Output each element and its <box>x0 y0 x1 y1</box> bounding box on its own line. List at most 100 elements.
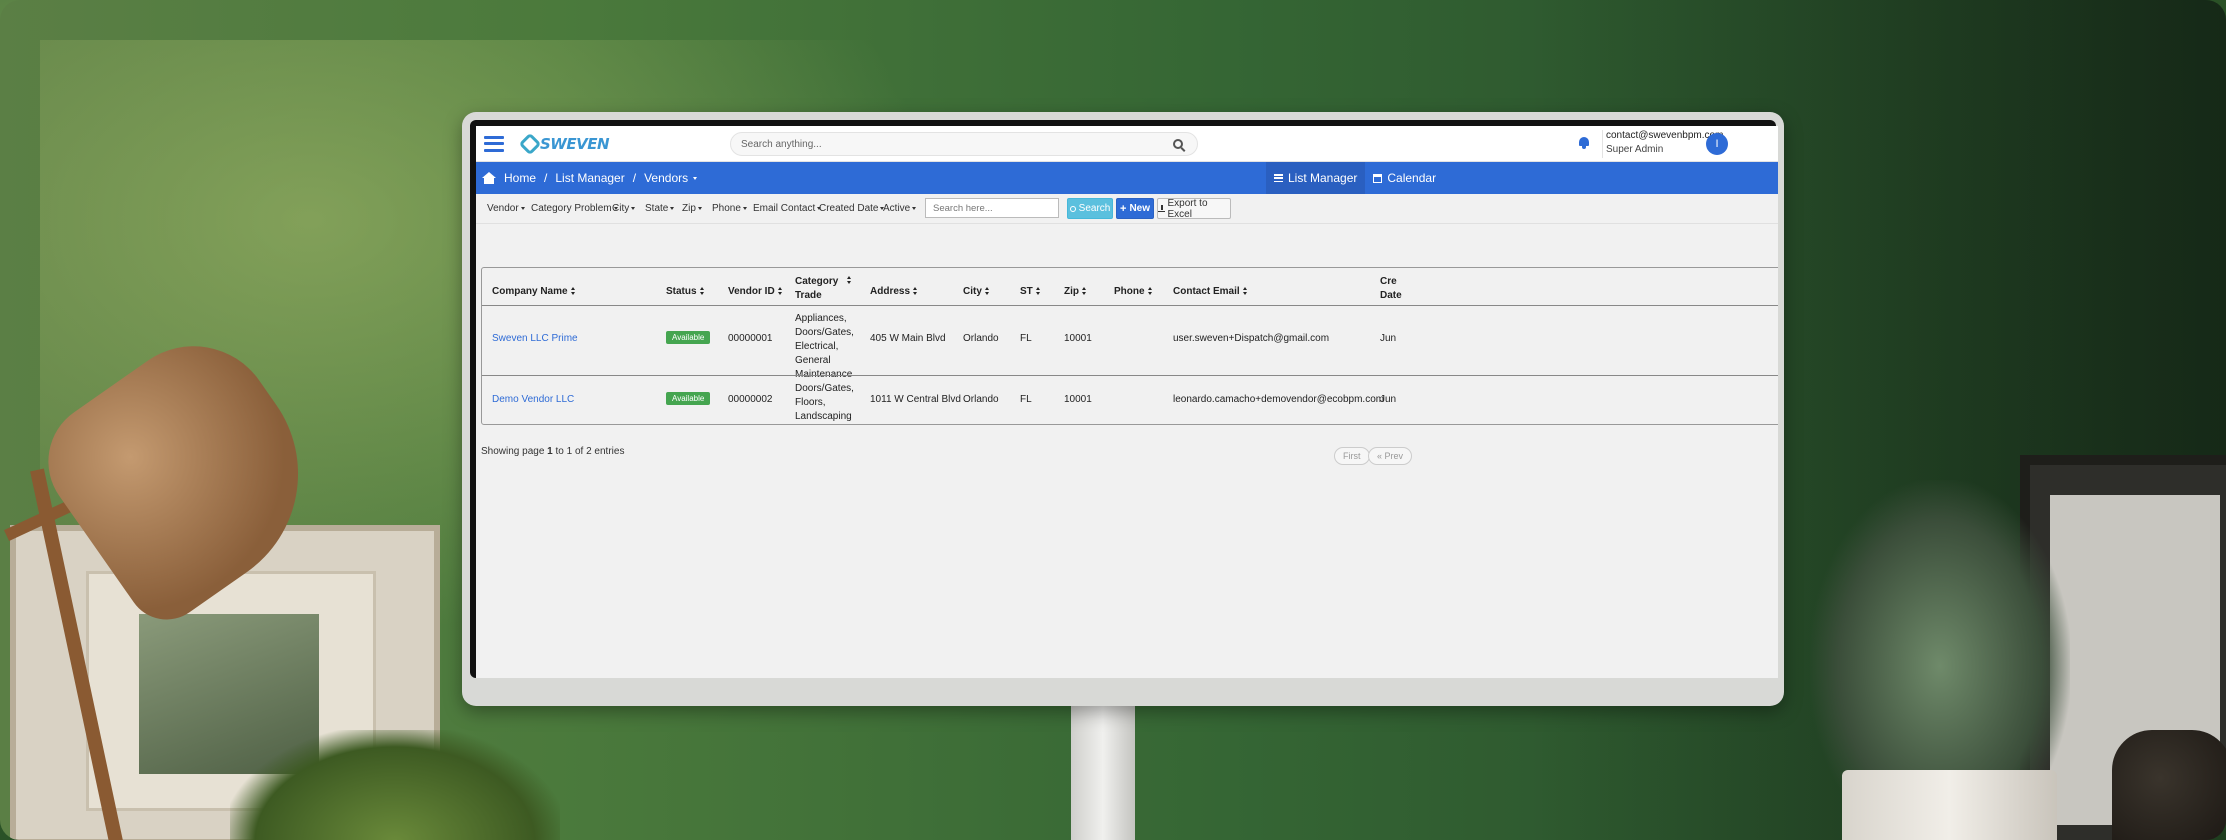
chevron-down-icon <box>912 206 917 210</box>
company-name-link[interactable]: Demo Vendor LLC <box>492 393 574 407</box>
filter-zip[interactable]: Zip <box>682 203 702 214</box>
list-icon <box>1274 174 1283 182</box>
breadcrumb-vendors[interactable]: Vendors <box>644 171 698 185</box>
column-header-company[interactable]: Company Name <box>492 285 576 299</box>
state: FL <box>1020 394 1032 405</box>
column-header-address[interactable]: Address <box>870 285 918 299</box>
header-divider <box>482 305 1778 306</box>
download-icon <box>1158 205 1165 212</box>
sort-icon <box>1082 287 1087 296</box>
breadcrumb-list-manager[interactable]: List Manager <box>555 171 624 185</box>
breadcrumb-home[interactable]: Home <box>504 171 536 185</box>
created-date: Jun <box>1380 333 1397 344</box>
category-trade: Appliances, Doors/Gates, Electrical, Gen… <box>795 313 854 380</box>
breadcrumb-separator: / <box>544 171 548 185</box>
column-header-created-date[interactable]: Cre Date <box>1380 275 1402 303</box>
city: Orlando <box>963 394 999 405</box>
breadcrumb: Home / List Manager / Vendors List Manag… <box>476 162 1778 194</box>
search-icon[interactable] <box>1173 139 1183 149</box>
chevron-down-icon <box>520 206 525 210</box>
pagination-info: Showing page 1 to 1 of 2 entries <box>481 446 625 457</box>
logo-mark-icon <box>518 132 542 155</box>
sort-icon <box>1147 287 1153 296</box>
column-header-city[interactable]: City <box>963 285 990 299</box>
pagination-prev-button[interactable]: « Prev <box>1368 447 1413 465</box>
sort-icon <box>913 287 918 296</box>
filter-vendor[interactable]: Vendor <box>487 203 525 214</box>
monitor-stand <box>1071 705 1135 840</box>
monitor-bezel: SWEVEN contact@swevenbpm.com Super Admin <box>470 120 1778 678</box>
filter-bar: Vendor Category Problem City State Zip P… <box>476 194 1778 224</box>
filter-active[interactable]: Active <box>883 203 917 214</box>
column-header-phone[interactable]: Phone <box>1114 285 1153 299</box>
chevron-down-icon <box>742 206 747 210</box>
new-button[interactable]: + New <box>1116 198 1154 219</box>
notification-bell-icon[interactable] <box>1578 136 1590 149</box>
global-search-input[interactable] <box>741 138 1173 150</box>
contact-email: user.sweven+Dispatch@gmail.com <box>1173 333 1330 344</box>
zip: 10001 <box>1064 333 1092 344</box>
sort-icon <box>1035 287 1041 296</box>
chevron-down-icon <box>697 206 702 210</box>
new-button-label: New <box>1129 203 1150 214</box>
column-header-status[interactable]: Status <box>666 285 705 299</box>
pagination-first-button[interactable]: First <box>1334 447 1370 465</box>
tab-list-manager-label: List Manager <box>1288 171 1358 185</box>
filter-city[interactable]: City <box>612 203 636 214</box>
zip: 10001 <box>1064 394 1092 405</box>
category-trade: Doors/Gates, Floors, Landscaping <box>795 383 854 422</box>
filter-state[interactable]: State <box>645 203 675 214</box>
company-name-link[interactable]: Sweven LLC Prime <box>492 332 578 346</box>
chevron-down-icon <box>631 206 636 210</box>
global-search <box>730 132 1198 156</box>
tab-calendar-label: Calendar <box>1387 171 1437 185</box>
vendors-table: Company Name Status Vendor ID Category T… <box>481 267 1778 425</box>
breadcrumb-separator: / <box>632 171 637 185</box>
state: FL <box>1020 333 1032 344</box>
address: 1011 W Central Blvd <box>870 394 961 405</box>
column-header-st[interactable]: ST <box>1020 285 1041 299</box>
sort-icon <box>699 287 705 296</box>
column-header-vendor-id[interactable]: Vendor ID <box>728 285 783 299</box>
plant-pot <box>1842 770 2057 840</box>
export-to-excel-button[interactable]: Export to Excel <box>1157 198 1231 220</box>
search-button[interactable]: Search <box>1067 198 1113 219</box>
contact-email: leonardo.camacho+demovendor@ecobpm.com <box>1173 394 1385 405</box>
filter-phone[interactable]: Phone <box>712 203 747 214</box>
home-icon[interactable] <box>482 172 496 184</box>
background-scene: SWEVEN contact@swevenbpm.com Super Admin <box>0 0 2226 840</box>
address: 405 W Main Blvd <box>870 333 946 344</box>
top-bar: SWEVEN contact@swevenbpm.com Super Admin <box>476 126 1778 162</box>
dark-vase <box>2112 730 2226 840</box>
chevron-down-icon <box>693 177 698 181</box>
tab-calendar[interactable]: Calendar <box>1365 162 1444 194</box>
topbar-divider <box>1602 130 1603 158</box>
filter-email-contact[interactable]: Email Contact <box>753 203 822 214</box>
monitor: SWEVEN contact@swevenbpm.com Super Admin <box>462 112 1784 706</box>
fern-plant <box>230 730 560 840</box>
chevron-down-icon <box>670 206 675 210</box>
app-logo[interactable]: SWEVEN <box>518 132 610 155</box>
search-icon <box>1069 205 1076 212</box>
sort-icon <box>847 276 852 284</box>
filter-category-problem[interactable]: Category Problem <box>531 203 618 214</box>
vendor-id: 00000002 <box>728 394 773 405</box>
filter-created-date[interactable]: Created Date <box>819 203 885 214</box>
hamburger-menu-icon[interactable] <box>484 135 504 152</box>
city: Orlando <box>963 333 999 344</box>
sort-icon <box>1242 287 1248 296</box>
app-screen: SWEVEN contact@swevenbpm.com Super Admin <box>476 126 1778 678</box>
column-header-zip[interactable]: Zip <box>1064 285 1087 299</box>
vendor-id: 00000001 <box>728 333 773 344</box>
tab-list-manager[interactable]: List Manager <box>1266 162 1366 194</box>
search-button-label: Search <box>1078 203 1111 214</box>
plus-icon: + <box>1120 202 1127 215</box>
avatar[interactable]: I <box>1706 133 1728 155</box>
row-divider <box>482 375 1778 376</box>
column-header-category-trade[interactable]: Category Trade <box>795 275 838 303</box>
created-date: Jun <box>1380 394 1397 405</box>
filter-search-input[interactable] <box>925 198 1059 218</box>
column-header-contact-email[interactable]: Contact Email <box>1173 285 1248 299</box>
logo-text: SWEVEN <box>540 134 610 153</box>
potted-plant <box>1810 480 2070 790</box>
